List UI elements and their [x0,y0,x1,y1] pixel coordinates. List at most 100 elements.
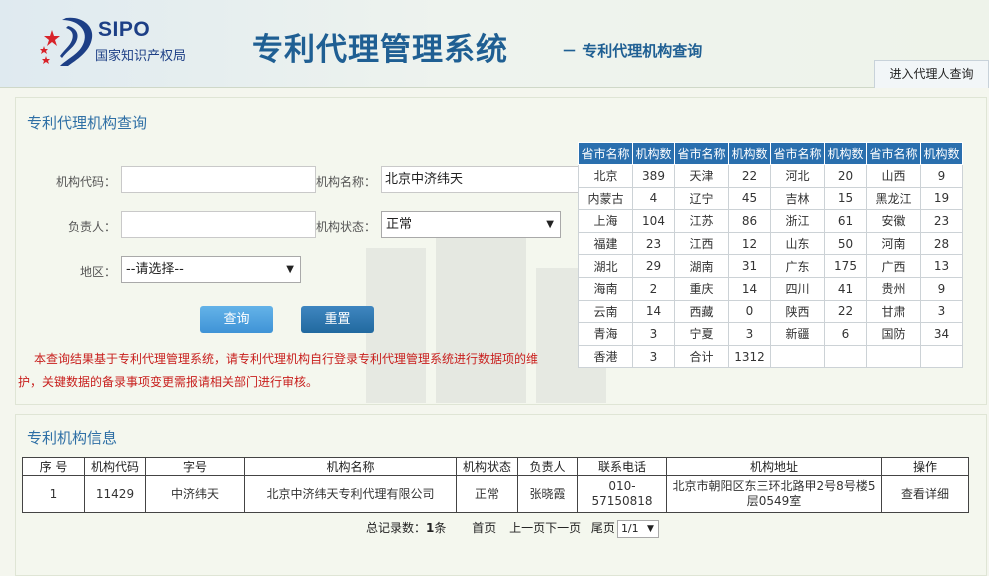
logo-sipo-text: SIPO [98,18,151,41]
org-status-select[interactable]: 正常 ▼ [381,211,561,238]
stats-province-cell: 安徽 [866,209,921,233]
result-col-header: 机构状态 [456,457,518,476]
stats-count-cell: 4 [632,186,675,211]
agency-query-panel: 专利代理机构查询 机构代码： 机构名称： 北京中济纬天 负责人： 机构状态： 正… [15,97,987,405]
stats-row: 上海 104 江苏 86 浙江 61 安徽 23 [578,209,963,233]
agent-query-tab[interactable]: 进入代理人查询 [874,60,989,88]
stats-province-cell: 国防 [866,322,921,346]
stats-province-cell: 宁夏 [674,322,729,346]
org-name-input[interactable]: 北京中济纬天 [381,166,578,193]
chevron-down-icon: ▼ [546,219,554,230]
stats-province-cell: 北京 [578,164,633,188]
result-cell: 中济纬天 [145,475,245,513]
stats-count-cell: 41 [824,276,867,301]
stats-row: 香港 3 合计 1312 [578,344,963,369]
stats-province-cell: 湖北 [578,254,633,278]
agency-info-panel: 专利机构信息 序 号机构代码 字号 机构名称 机构状态 负责人 联系电话 机构地址 操作 11… [15,414,987,576]
region-select[interactable]: --请选择-- ▼ [121,256,301,283]
stats-header-row: 省市名称 机构数 省市名称 机构数 省市名称 机构数 省市名称 机构数 [578,142,963,165]
stats-count-cell: 9 [920,164,963,188]
person-input[interactable] [121,211,316,238]
stats-province-cell: 香港 [578,344,633,369]
total-records-unit: 条 [434,521,447,535]
next-page-link[interactable]: 下一页 [545,519,581,536]
stats-count-cell: 3 [632,322,675,346]
stats-count-cell: 19 [920,186,963,211]
query-panel-title: 专利代理机构查询 [27,114,148,132]
stats-count-cell: 29 [632,254,675,278]
stats-province-cell: 天津 [674,164,729,188]
person-label: 负责人： [68,220,117,234]
data-notice: 本查询结果基于专利代理管理系统，请专利代理机构自行登录专利代理管理系统进行数据项… [18,352,539,389]
query-button[interactable]: 查询 [200,306,273,333]
stats-province-cell: 甘肃 [866,299,921,324]
stats-province-cell: 湖南 [674,254,729,278]
page-select[interactable]: 1/1 ▼ [616,519,659,538]
stats-col-count: 机构数 [824,142,867,165]
stats-count-cell: 23 [632,231,675,256]
stats-count-cell: 3 [728,322,771,346]
stats-province-cell: 广东 [770,254,825,278]
info-panel-title: 专利机构信息 [27,429,118,447]
org-status-label: 机构状态： [316,220,377,234]
stats-province-cell [770,344,825,369]
chevron-down-icon: ▼ [286,264,294,275]
stats-province-cell: 吉林 [770,186,825,211]
stats-province-cell: 黑龙江 [866,186,921,211]
stats-count-cell: 20 [824,164,867,188]
stats-count-cell: 22 [728,164,771,188]
result-col-header: 操作 [881,457,969,476]
chevron-down-icon: ▼ [647,523,654,534]
stats-province-cell: 江西 [674,231,729,256]
stats-province-cell: 上海 [578,209,633,233]
logo-cn-text: 国家知识产权局 [95,49,187,64]
stats-province-cell [866,344,921,369]
stats-count-cell: 3 [920,299,963,324]
stats-province-cell: 四川 [770,276,825,301]
table-row: 1 11429 中济纬天 北京中济纬天专利代理有限公司 正常 张晓霞 010-5715081… [22,475,969,513]
sipo-emblem-icon [40,17,93,66]
stats-count-cell [824,344,867,369]
stats-count-cell: 1312 [728,344,771,369]
result-col-header: 机构名称 [244,457,457,476]
stats-count-cell: 28 [920,231,963,256]
region-value: --请选择-- [126,262,184,277]
stats-count-cell: 12 [728,231,771,256]
page-select-value: 1/1 [620,521,639,535]
stats-row: 北京 389 天津 22 河北 20 山西 9 [578,164,963,188]
prev-page-link[interactable]: 上一页 [509,519,545,536]
result-col-header: 负责人 [517,457,578,476]
stats-count-cell: 14 [728,276,771,301]
stats-col-count: 机构数 [632,142,675,165]
total-records-label: 总记录数： [366,521,427,535]
stats-row: 青海 3 宁夏 3 新疆 6 国防 34 [578,322,963,346]
stats-count-cell: 22 [824,299,867,324]
total-records-count: 1 [426,521,435,535]
stats-count-cell: 34 [920,322,963,346]
agency-result-table: 序 号机构代码 字号 机构名称 机构状态 负责人 联系电话 机构地址 操作 1 11429 中济纬… [22,457,969,513]
stats-col-count: 机构数 [728,142,771,165]
last-page-link[interactable]: 尾页 [591,519,615,536]
view-detail-link[interactable]: 查看详细 [881,475,969,513]
stats-province-cell: 新疆 [770,322,825,346]
org-code-input[interactable] [121,166,316,193]
stats-province-cell: 云南 [578,299,633,324]
stats-count-cell: 0 [728,299,771,324]
stats-province-cell: 西藏 [674,299,729,324]
stats-province-cell: 山西 [866,164,921,188]
stats-province-cell: 山东 [770,231,825,256]
result-col-header: 字号 [145,457,245,476]
stats-col-province: 省市名称 [866,142,921,165]
result-cell: 北京中济纬天专利代理有限公司 [244,475,457,513]
system-title: 专利代理管理系统 [252,32,508,68]
first-page-link[interactable]: 首页 [472,519,496,536]
system-subtitle: － 专利代理机构查询 [562,42,703,60]
stats-count-cell: 389 [632,164,675,188]
stats-province-cell: 江苏 [674,209,729,233]
reset-button[interactable]: 重置 [301,306,374,333]
stats-row: 内蒙古 4 辽宁 45 吉林 15 黑龙江 19 [578,186,963,211]
stats-count-cell [920,344,963,369]
result-cell: 北京市朝阳区东三环北路甲2号8号楼5层0549室 [666,475,882,513]
result-col-header: 机构地址 [666,457,882,476]
stats-row: 湖北 29 湖南 31 广东 175 广西 13 [578,254,963,278]
